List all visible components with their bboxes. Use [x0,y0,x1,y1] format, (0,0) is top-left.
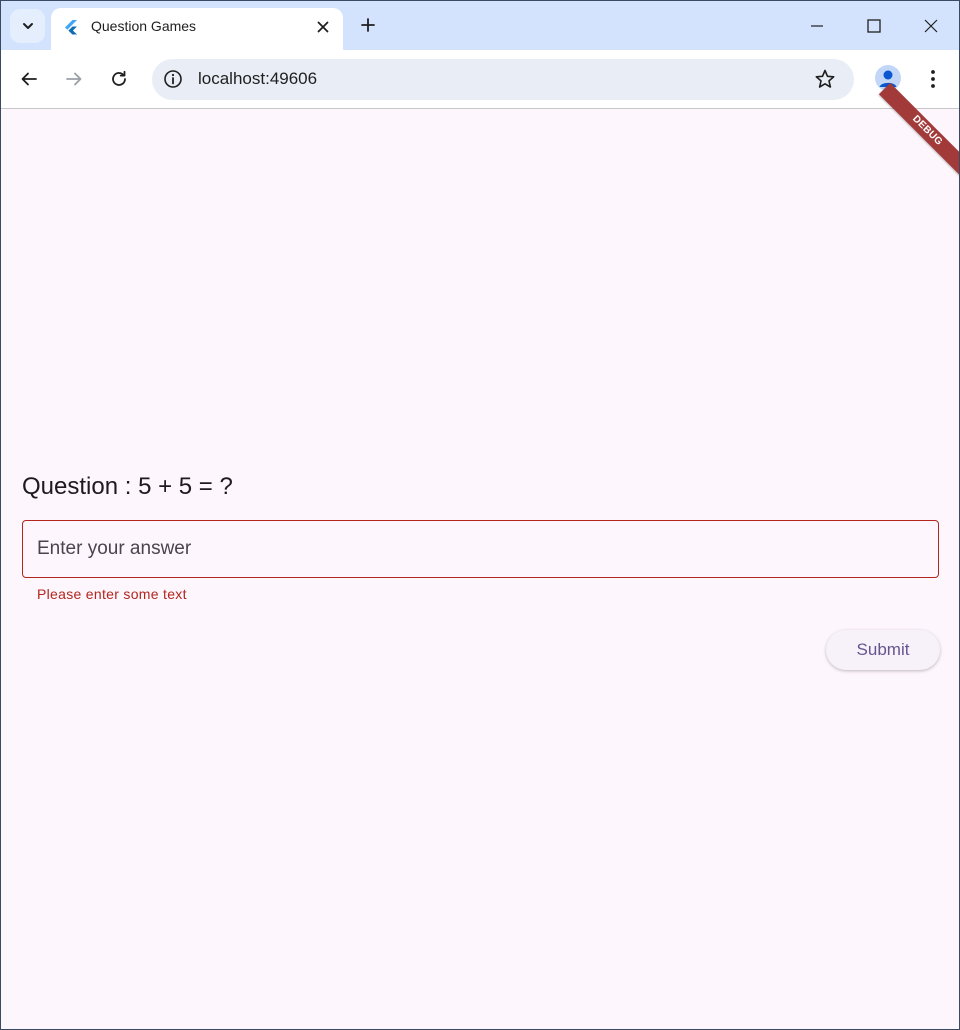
reload-button[interactable] [104,64,134,94]
tab-title: Question Games [91,18,197,34]
active-tab[interactable]: Question Games [51,8,343,50]
chevron-down-icon [22,23,33,29]
question-text: Question : 5 + 5 = ? [22,473,233,500]
address-bar[interactable]: localhost:49606 [152,59,854,100]
close-icon [317,21,329,33]
arrow-right-icon [66,72,82,86]
tab-close-button[interactable] [313,17,333,37]
validation-error: Please enter some text [37,586,187,602]
forward-button[interactable] [59,64,89,94]
submit-button[interactable]: Submit [826,630,940,670]
plus-icon [361,18,375,32]
flutter-icon [65,20,77,35]
more-vertical-icon [931,70,935,88]
minimize-icon [811,25,823,27]
answer-input[interactable] [23,521,938,577]
answer-field [22,520,939,578]
browser-window: Question Games localhost:49606 DEBUG Que… [0,0,960,1030]
tab-strip: Question Games [1,1,959,50]
browser-menu-button[interactable] [921,66,945,92]
new-tab-button[interactable] [355,12,381,38]
star-icon[interactable] [814,68,836,90]
window-close-button[interactable] [911,9,951,43]
tab-search-button[interactable] [10,9,45,43]
minimize-button[interactable] [797,9,837,43]
maximize-icon [867,19,881,33]
browser-toolbar: localhost:49606 [1,50,959,109]
app-page: DEBUG Question : 5 + 5 = ? Please enter … [1,82,959,1029]
maximize-button[interactable] [854,9,894,43]
info-icon[interactable] [163,69,183,89]
url-text: localhost:49606 [198,69,318,88]
reload-icon [112,70,126,86]
close-icon [924,19,938,33]
back-button[interactable] [14,64,44,94]
arrow-left-icon [21,72,37,86]
